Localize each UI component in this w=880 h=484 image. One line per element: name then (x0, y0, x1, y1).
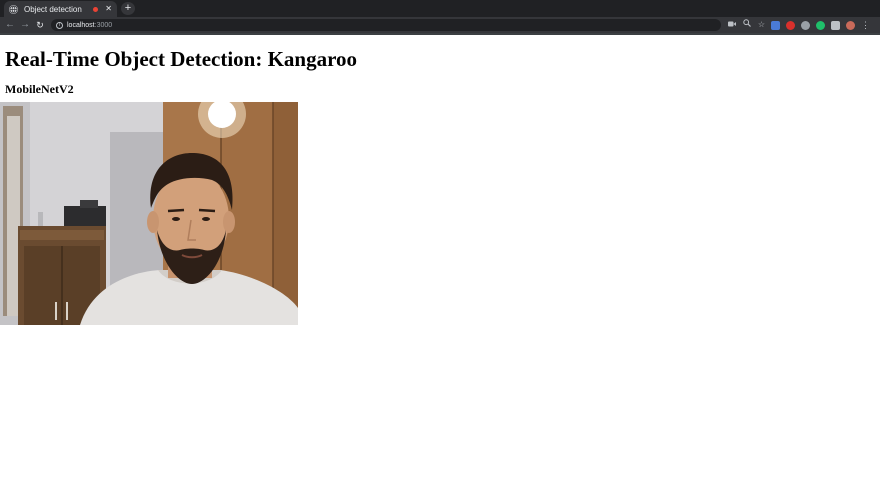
recording-indicator-icon (93, 6, 99, 12)
green-extension-icon[interactable] (816, 20, 825, 30)
close-tab-icon[interactable]: ✕ (105, 5, 112, 13)
model-name-heading: MobileNetV2 (5, 82, 74, 96)
browser-toolbar: ← → ↻ i localhost:3000 ☆ ⋮ (0, 17, 880, 33)
zoom-icon[interactable] (739, 17, 754, 33)
adblock-extension-icon[interactable] (786, 20, 795, 30)
reload-icon[interactable]: ↻ (34, 17, 46, 33)
back-arrow-icon[interactable]: ← (4, 17, 16, 33)
profile-avatar-icon[interactable] (846, 20, 855, 30)
browser-tab-strip: Object detection ✕ + (0, 0, 880, 17)
globe-icon (9, 4, 18, 14)
extension-icons: ⋮ (771, 17, 870, 33)
url-host: localhost (67, 21, 95, 29)
translate-extension-icon[interactable] (771, 20, 780, 30)
tab-title: Object detection (24, 4, 82, 14)
camera-icon[interactable] (724, 17, 739, 33)
puzzle-extensions-icon[interactable] (831, 20, 840, 30)
address-bar[interactable]: i localhost:3000 (51, 19, 721, 31)
page-title: Real-Time Object Detection: Kangaroo (5, 47, 358, 71)
browser-tab[interactable]: Object detection ✕ (4, 1, 117, 17)
bookmark-star-icon[interactable]: ☆ (754, 17, 769, 33)
address-bar-actions: ☆ (724, 17, 769, 33)
webcam-video-feed (0, 102, 298, 325)
url-port: :3000 (94, 21, 113, 29)
page-content: Real-Time Object Detection: Kangaroo Mob… (0, 35, 880, 484)
forward-arrow-icon[interactable]: → (19, 17, 31, 33)
new-tab-button[interactable]: + (121, 2, 135, 15)
site-info-icon[interactable]: i (56, 21, 63, 29)
incognito-extension-icon[interactable] (801, 20, 810, 30)
browser-menu-icon[interactable]: ⋮ (861, 20, 870, 31)
